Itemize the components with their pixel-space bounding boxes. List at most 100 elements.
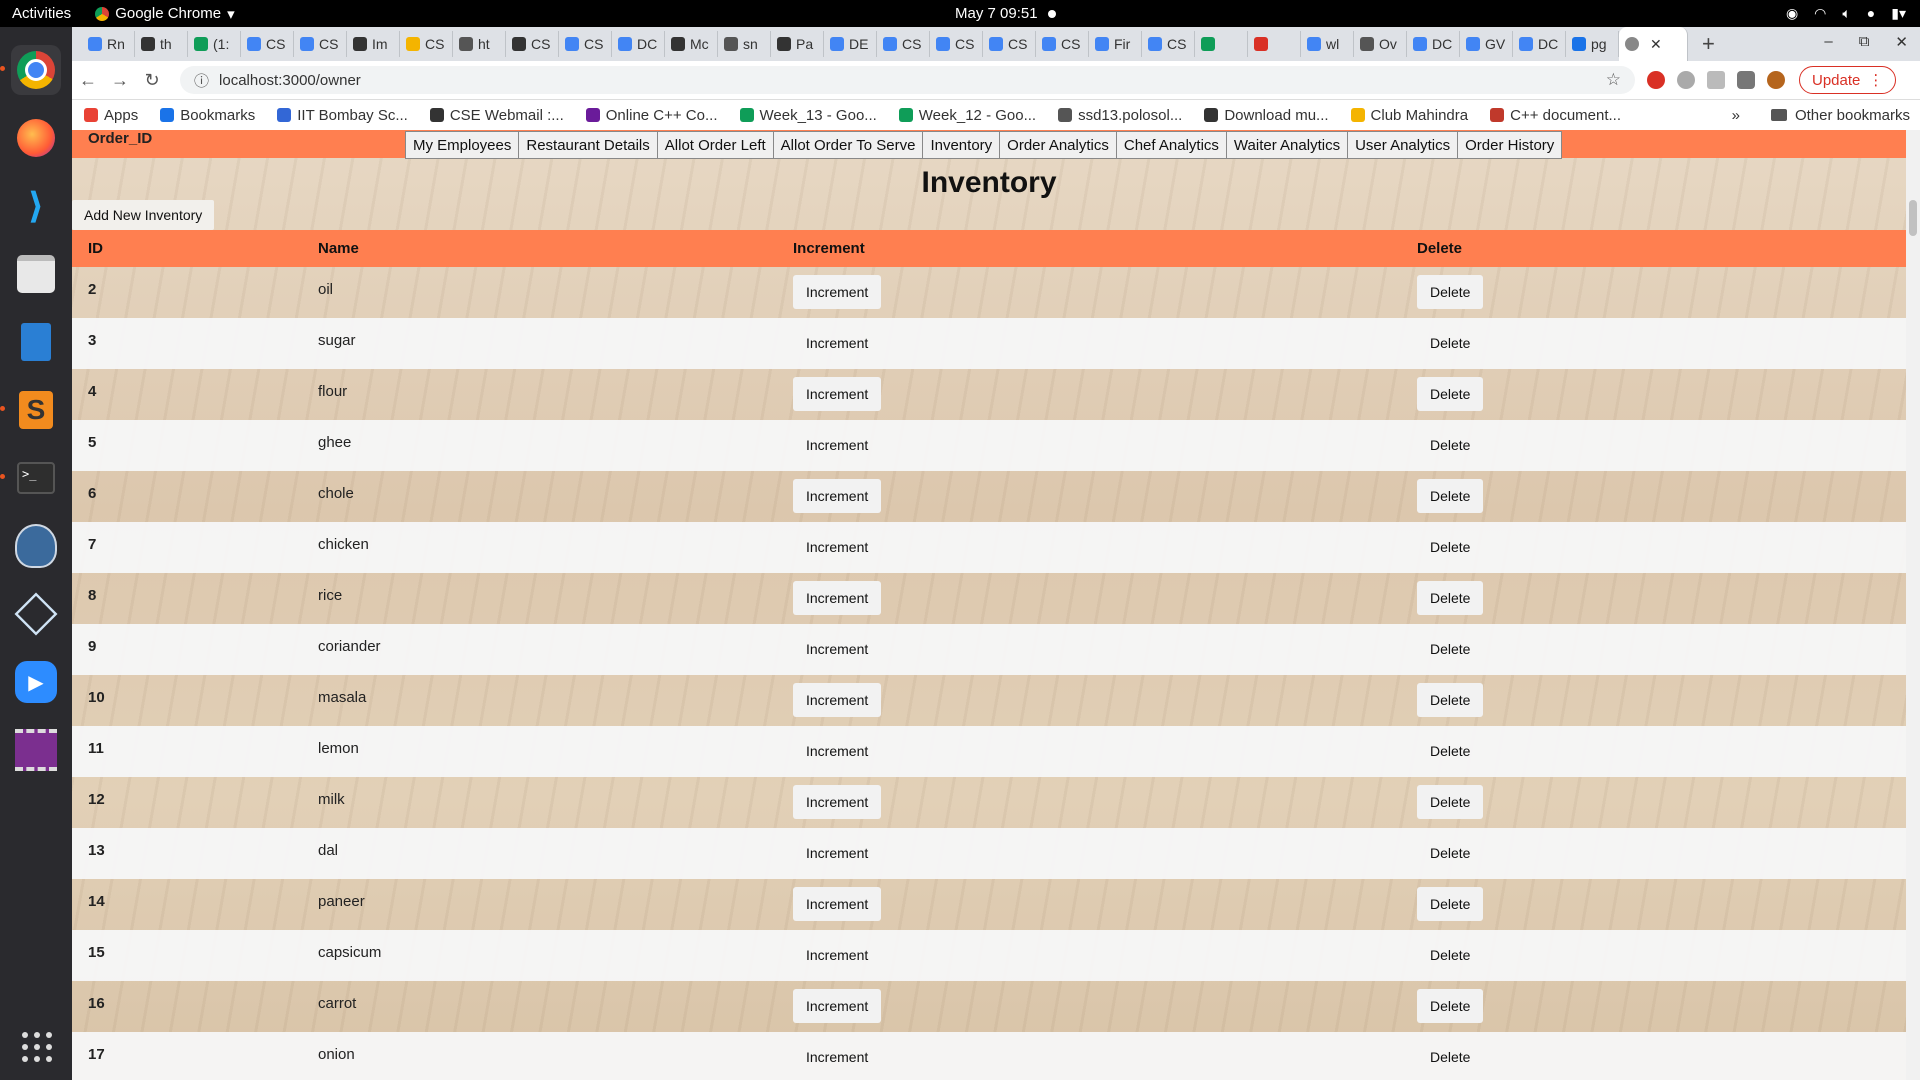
delete-button[interactable]: Delete — [1417, 326, 1483, 360]
increment-button[interactable]: Increment — [793, 734, 881, 768]
nav-link-order-history[interactable]: Order History — [1457, 131, 1563, 159]
delete-button[interactable]: Delete — [1417, 989, 1484, 1023]
bookmark-item[interactable]: IIT Bombay Sc... — [277, 107, 408, 124]
address-bar[interactable]: ⓘ localhost:3000/owner ☆ — [180, 66, 1635, 94]
browser-tab[interactable]: Im — [347, 31, 400, 57]
nav-link-waiter-analytics[interactable]: Waiter Analytics — [1225, 131, 1349, 159]
delete-button[interactable]: Delete — [1417, 785, 1484, 819]
globe-icon[interactable] — [1677, 71, 1695, 89]
browser-tab[interactable]: CS — [559, 31, 612, 57]
page-scrollbar[interactable] — [1906, 130, 1920, 1080]
new-tab-icon[interactable]: + — [1702, 31, 1715, 57]
reload-icon[interactable]: ↻ — [136, 70, 168, 91]
increment-button[interactable]: Increment — [793, 275, 882, 309]
browser-tab[interactable]: GV — [1460, 31, 1513, 57]
browser-tab[interactable]: wl — [1301, 31, 1354, 57]
increment-button[interactable]: Increment — [793, 377, 882, 411]
nav-link-chef-analytics[interactable]: Chef Analytics — [1115, 131, 1227, 159]
delete-button[interactable]: Delete — [1417, 581, 1484, 615]
bookmark-item[interactable]: CSE Webmail :... — [429, 107, 564, 124]
bookmark-item[interactable]: Bookmarks — [160, 107, 255, 124]
dock-firefox[interactable] — [11, 113, 61, 163]
browser-tab[interactable]: CS — [506, 31, 559, 57]
browser-tab[interactable]: pg — [1566, 31, 1619, 57]
browser-tab[interactable]: Mc — [665, 31, 718, 57]
increment-button[interactable]: Increment — [793, 785, 882, 819]
delete-button[interactable]: Delete — [1417, 479, 1484, 513]
increment-button[interactable]: Increment — [793, 632, 881, 666]
browser-tab[interactable]: DC — [1407, 31, 1460, 57]
bookmark-item[interactable]: Club Mahindra — [1350, 107, 1468, 124]
increment-button[interactable]: Increment — [793, 581, 882, 615]
bookmark-item[interactable]: Week_13 - Goo... — [739, 107, 877, 124]
bookmark-item[interactable]: Online C++ Co... — [585, 107, 718, 124]
browser-tab[interactable]: CS — [1142, 31, 1195, 57]
browser-tab[interactable] — [1195, 31, 1248, 57]
increment-button[interactable]: Increment — [793, 326, 881, 360]
increment-button[interactable]: Increment — [793, 887, 882, 921]
browser-tab[interactable]: sn — [718, 31, 771, 57]
delete-button[interactable]: Delete — [1417, 275, 1484, 309]
nav-link-user-analytics[interactable]: User Analytics — [1347, 131, 1459, 159]
dock-vscode[interactable]: ⟩ — [11, 181, 61, 231]
bookmark-item[interactable]: Week_12 - Goo... — [898, 107, 1036, 124]
browser-tab[interactable]: Rn — [82, 31, 135, 57]
dock-writer[interactable] — [11, 317, 61, 367]
browser-tab[interactable]: Fir — [1089, 31, 1142, 57]
delete-button[interactable]: Delete — [1417, 632, 1483, 666]
bookmark-item[interactable]: ssd13.polosol... — [1058, 107, 1182, 124]
close-window-icon[interactable]: ✕ — [1895, 33, 1908, 51]
browser-tab[interactable]: DE — [824, 31, 877, 57]
nav-link-allot-order-left[interactable]: Allot Order Left — [656, 131, 774, 159]
browser-tab[interactable]: th — [135, 31, 188, 57]
browser-tab-active[interactable]: ✕ — [1619, 27, 1688, 61]
delete-button[interactable]: Delete — [1417, 938, 1483, 972]
browser-tab[interactable]: CS — [400, 31, 453, 57]
delete-button[interactable]: Delete — [1417, 1040, 1483, 1074]
increment-button[interactable]: Increment — [793, 1040, 881, 1074]
increment-button[interactable]: Increment — [793, 989, 882, 1023]
apps-bookmark[interactable]: Apps — [84, 107, 138, 124]
nav-link-my-employees[interactable]: My Employees — [405, 131, 520, 159]
system-tray[interactable]: ◉ ◠ 🔈︎ ● ▮▾ — [1786, 5, 1906, 22]
bookmark-item[interactable]: C++ document... — [1490, 107, 1621, 124]
update-button[interactable]: Update ⋮ — [1799, 66, 1897, 94]
increment-button[interactable]: Increment — [793, 479, 882, 513]
increment-button[interactable]: Increment — [793, 938, 881, 972]
browser-tab[interactable]: CS — [930, 31, 983, 57]
dock-video-editor[interactable] — [11, 725, 61, 775]
add-new-inventory-button[interactable]: Add New Inventory — [72, 200, 215, 230]
dock-chrome[interactable] — [0, 45, 61, 95]
browser-tab[interactable]: CS — [1036, 31, 1089, 57]
increment-button[interactable]: Increment — [793, 683, 882, 717]
dock-sublime[interactable]: S — [0, 385, 61, 435]
activities-button[interactable]: Activities — [12, 5, 71, 22]
forward-icon[interactable]: → — [104, 70, 136, 91]
adblock-icon[interactable] — [1647, 71, 1665, 89]
dock-terminal[interactable]: >_ — [0, 453, 61, 503]
bookmark-item[interactable]: Download mu... — [1204, 107, 1329, 124]
nav-link-inventory[interactable]: Inventory — [922, 131, 1001, 159]
app-menu[interactable]: Google Chrome ▾ — [95, 5, 235, 23]
browser-tab[interactable]: (1: — [188, 31, 241, 57]
close-tab-icon[interactable]: ✕ — [1650, 36, 1662, 53]
nav-link-allot-order-to-serve[interactable]: Allot Order To Serve — [772, 131, 924, 159]
browser-tab[interactable]: CS — [294, 31, 347, 57]
minimize-icon[interactable]: – — [1824, 33, 1832, 51]
delete-button[interactable]: Delete — [1417, 836, 1483, 870]
increment-button[interactable]: Increment — [793, 836, 881, 870]
increment-button[interactable]: Increment — [793, 530, 881, 564]
scrollbar-thumb[interactable] — [1909, 200, 1917, 236]
restore-icon[interactable]: ⧉ — [1859, 33, 1870, 51]
avatar[interactable] — [1767, 71, 1785, 89]
clock[interactable]: May 7 09:51 — [955, 5, 1056, 22]
browser-tab[interactable]: ht — [453, 31, 506, 57]
more-bookmarks-icon[interactable]: » — [1732, 107, 1740, 124]
delete-button[interactable]: Delete — [1417, 683, 1484, 717]
delete-button[interactable]: Delete — [1417, 734, 1483, 768]
browser-tab[interactable]: CS — [983, 31, 1036, 57]
dock-virtualbox[interactable] — [11, 589, 61, 639]
delete-button[interactable]: Delete — [1417, 887, 1484, 921]
delete-button[interactable]: Delete — [1417, 428, 1483, 462]
mail-icon[interactable] — [1707, 71, 1725, 89]
